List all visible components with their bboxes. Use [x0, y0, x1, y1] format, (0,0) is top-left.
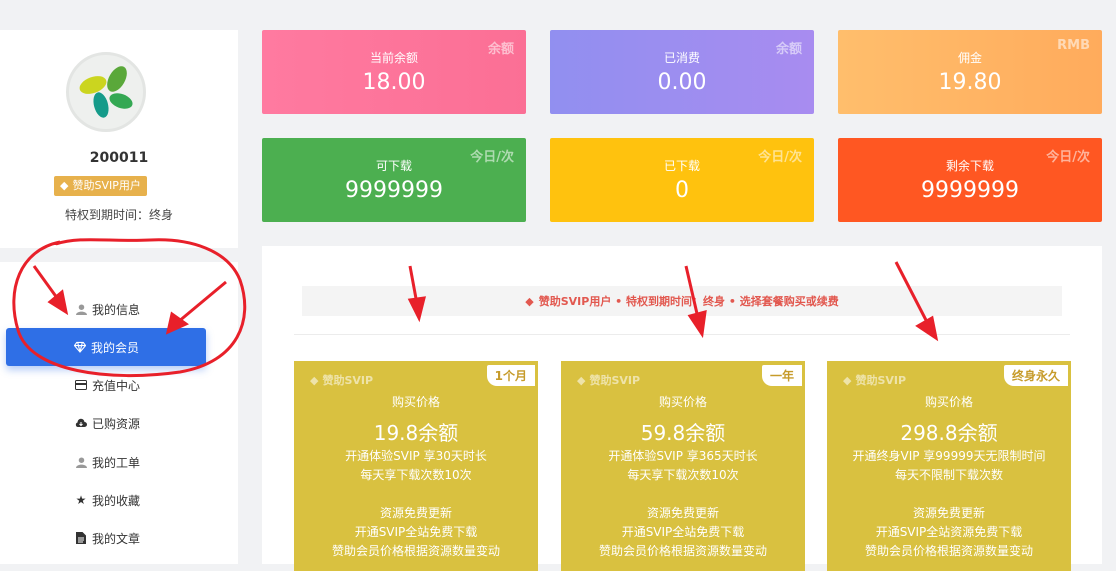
stat-card-remaining: 今日/次 剩余下载 9999999 [838, 138, 1102, 222]
plan-brand-label: 赞助SVIP [855, 374, 907, 387]
plan-tag: 1个月 [486, 365, 535, 386]
cloud-download-icon [75, 417, 87, 429]
plan-tag: 终身永久 [1003, 365, 1068, 386]
diamond-icon: ◆ [525, 294, 534, 308]
star-icon: ★ [75, 493, 87, 507]
sidebar-item-favorites[interactable]: ★ 我的收藏 [0, 481, 238, 519]
diamond-icon: ◆ [843, 373, 852, 387]
sidebar-item-label: 充值中心 [92, 378, 141, 393]
plan-caption: 购买价格 [658, 395, 707, 409]
sidebar-item-tickets[interactable]: 我的工单 [0, 443, 238, 481]
sidebar-item-label: 我的收藏 [92, 493, 141, 508]
plan-brand: ◆ 赞助SVIP [577, 372, 640, 388]
vip-badge-label: 赞助SVIP用户 [72, 179, 141, 192]
plan-tag: 一年 [761, 365, 802, 386]
stat-label: 佣金 [957, 51, 982, 65]
stat-card-downloaded: 今日/次 已下载 0 [550, 138, 814, 222]
plan-feature: 每天享下载次数10次 [627, 468, 739, 482]
stat-value: 0 [675, 178, 689, 203]
notice-text: 赞助SVIP用户 • 特权到期时间：终身 • 选择套餐购买或续费 [538, 295, 839, 308]
stat-card-balance: 余额 当前余额 18.00 [262, 30, 526, 114]
sidebar-item-label: 我的工单 [92, 455, 141, 470]
stat-value: 19.80 [938, 70, 1002, 95]
divider [294, 334, 1070, 335]
stat-value: 18.00 [362, 70, 426, 95]
stat-value: 9999999 [921, 178, 1019, 203]
sidebar-item-articles[interactable]: 我的文章 [0, 519, 238, 557]
stat-card-commission: RMB 佣金 19.80 [838, 30, 1102, 114]
plan-feature: 开通体验SVIP 享365天时长 [608, 449, 758, 463]
plan-feature: 资源免费更新 [379, 506, 452, 520]
diamond-icon: ◆ [310, 373, 319, 387]
sidebar-item-info[interactable]: 我的信息 [0, 290, 238, 328]
plan-card-1-year[interactable]: ◆ 赞助SVIP 一年 购买价格 59.8余额 开通体验SVIP 享365天时长 … [561, 361, 805, 571]
stat-label: 已下载 [663, 159, 700, 173]
plan-brand-label: 赞助SVIP [322, 374, 374, 387]
stat-value: 9999999 [345, 178, 443, 203]
expire-text: 特权到期时间：终身 [64, 208, 173, 222]
stat-card-downloadable: 今日/次 可下载 9999999 [262, 138, 526, 222]
plan-feature: 资源免费更新 [646, 506, 719, 520]
plan-feature: 开通SVIP全站资源免费下载 [875, 525, 1023, 539]
leaf-logo-icon [79, 66, 133, 118]
plan-feature: 开通SVIP全站免费下载 [621, 525, 745, 539]
stat-value: 0.00 [657, 70, 707, 95]
plan-brand: ◆ 赞助SVIP [843, 372, 906, 388]
plan-feature: 赞助会员价格根据资源数量变动 [598, 544, 767, 558]
sidebar-item-purchased[interactable]: 已购资源 [0, 404, 238, 442]
user-icon [75, 456, 87, 468]
stat-label: 已消费 [663, 51, 700, 65]
plan-feature: 每天不限制下载次数 [894, 468, 1003, 482]
file-icon [75, 532, 87, 544]
username: 200011 [89, 150, 149, 166]
sidebar-item-label: 我的会员 [91, 340, 140, 355]
avatar[interactable] [66, 52, 146, 132]
stat-label: 剩余下载 [945, 159, 994, 173]
plan-feature: 每天享下载次数10次 [360, 468, 472, 482]
plan-feature: 开通SVIP全站免费下载 [354, 525, 478, 539]
plan-feature: 赞助会员价格根据资源数量变动 [864, 544, 1033, 558]
membership-panel: ◆ 赞助SVIP用户 • 特权到期时间：终身 • 选择套餐购买或续费 ◆ 赞助SV… [262, 246, 1102, 571]
user-icon [75, 303, 87, 315]
diamond-icon: ◆ [60, 179, 69, 192]
plan-card-lifetime[interactable]: ◆ 赞助SVIP 终身永久 购买价格 298.8余额 开通终身VIP 享99999… [827, 361, 1071, 571]
plan-feature: 资源免费更新 [912, 506, 985, 520]
plan-feature: 赞助会员价格根据资源数量变动 [331, 544, 500, 558]
card-icon [75, 379, 87, 391]
stat-label: 当前余额 [369, 51, 418, 65]
plan-card-1-month[interactable]: ◆ 赞助SVIP 1个月 购买价格 19.8余额 开通体验SVIP 享30天时长 … [294, 361, 538, 571]
sidebar-item-recharge[interactable]: 充值中心 [0, 366, 238, 404]
plan-price: 19.8余额 [373, 421, 459, 445]
sidebar-item-membership[interactable]: 我的会员 [6, 328, 206, 366]
plan-feature: 开通体验SVIP 享30天时长 [345, 449, 487, 463]
profile-card: 200011 ◆ 赞助SVIP用户 特权到期时间：终身 [0, 30, 238, 248]
plan-caption: 购买价格 [391, 395, 440, 409]
sidebar-item-label: 我的文章 [92, 531, 141, 546]
diamond-icon [74, 341, 86, 353]
plan-caption: 购买价格 [924, 395, 973, 409]
sidebar-item-label: 已购资源 [92, 416, 141, 431]
plan-price: 59.8余额 [640, 421, 726, 445]
vip-badge: ◆ 赞助SVIP用户 [54, 176, 147, 196]
plan-feature: 开通终身VIP 享99999天无限制时间 [852, 449, 1046, 463]
notice-bar: ◆ 赞助SVIP用户 • 特权到期时间：终身 • 选择套餐购买或续费 [302, 286, 1062, 316]
plan-brand-label: 赞助SVIP [589, 374, 641, 387]
stat-card-spent: 余额 已消费 0.00 [550, 30, 814, 114]
plan-price: 298.8余额 [900, 421, 998, 445]
stat-label: 可下载 [375, 159, 412, 173]
plan-brand: ◆ 赞助SVIP [310, 372, 373, 388]
diamond-icon: ◆ [577, 373, 586, 387]
sidebar-item-label: 我的信息 [92, 302, 141, 317]
